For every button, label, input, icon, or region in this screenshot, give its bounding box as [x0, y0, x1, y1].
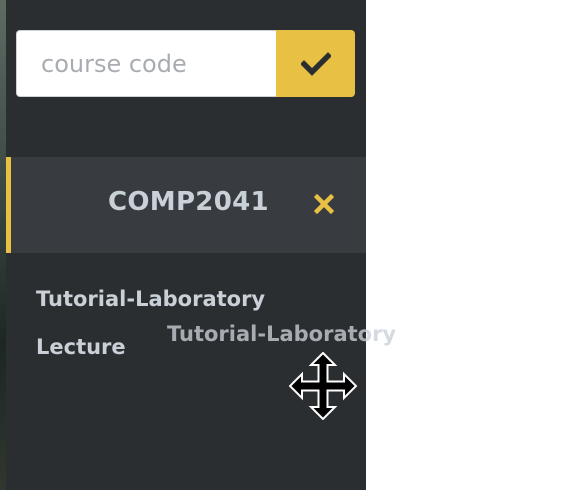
class-type-tutorial-laboratory[interactable]: Tutorial-Laboratory: [36, 287, 265, 311]
class-type-lecture[interactable]: Lecture: [36, 335, 126, 359]
move-cursor-icon: [289, 352, 357, 420]
course-code-input[interactable]: [16, 30, 276, 97]
course-item-comp2041[interactable]: COMP2041: [6, 157, 366, 253]
course-search-form: [16, 30, 355, 97]
course-code-label: COMP2041: [108, 187, 269, 217]
remove-course-button[interactable]: [312, 192, 336, 216]
close-icon: [314, 194, 334, 214]
add-course-button[interactable]: [276, 30, 355, 97]
selected-indicator: [6, 157, 11, 253]
checkmark-icon: [300, 51, 331, 76]
drag-ghost-label: Tutorial-Laboratory: [167, 322, 397, 346]
